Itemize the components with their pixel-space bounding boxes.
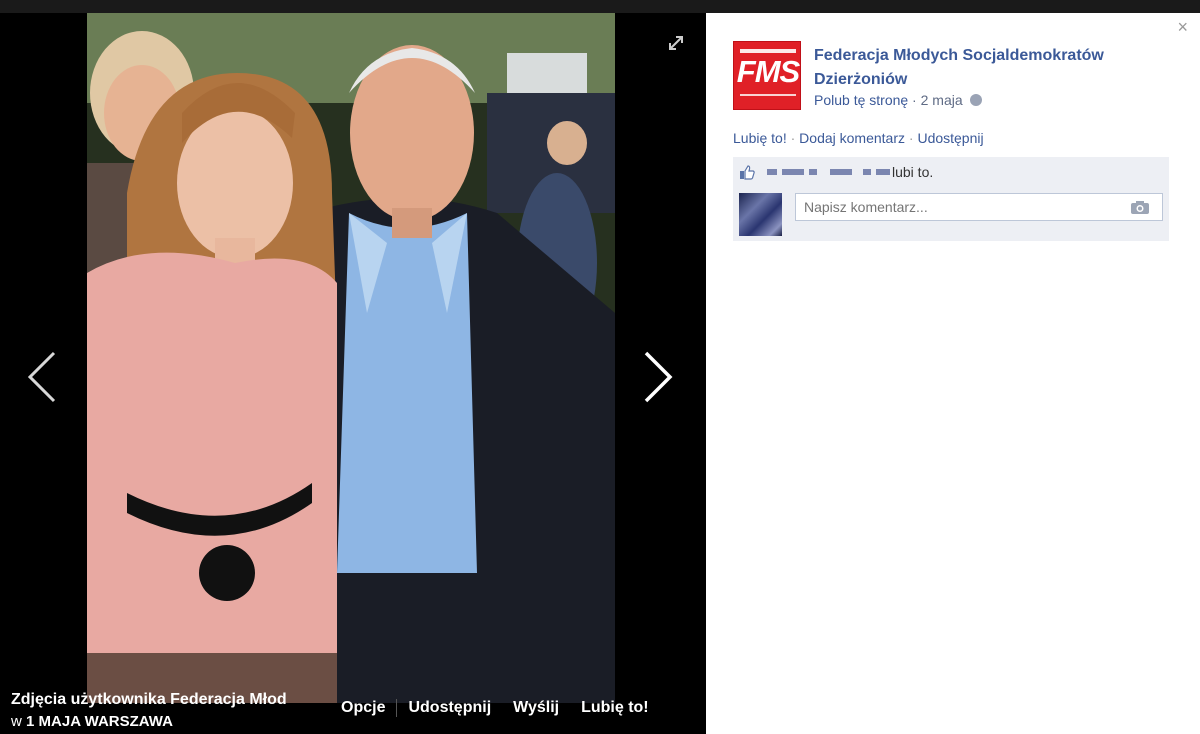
feedback-box: lubi to. [733, 157, 1169, 241]
blurred-name [876, 169, 890, 175]
album-link[interactable]: 1 MAJA WARSZAWA [26, 713, 173, 730]
blurred-name [767, 169, 777, 175]
fullscreen-icon [669, 36, 683, 50]
comment-input[interactable] [795, 193, 1163, 221]
fullscreen-button[interactable] [666, 33, 686, 53]
page-name-link[interactable]: Federacja Młodych Socjaldemokratów Dzier… [814, 44, 1174, 92]
avatar [739, 193, 782, 236]
like-photo-button[interactable]: Lubię to! [570, 699, 660, 717]
logo-stripe [740, 94, 796, 96]
previous-photo-button[interactable] [24, 347, 64, 407]
blurred-name [809, 169, 817, 175]
top-strip [0, 0, 1200, 13]
page-avatar-logo[interactable]: FMS [733, 41, 801, 110]
logo-stripe [740, 49, 796, 53]
add-comment-button[interactable]: Dodaj komentarz [799, 130, 905, 146]
chevron-left-icon [27, 351, 56, 403]
action-separator: · [786, 130, 800, 146]
photo[interactable] [87, 13, 615, 703]
chevron-right-icon [644, 351, 673, 403]
meta-separator: · [908, 92, 921, 108]
likes-summary: lubi to. [739, 163, 933, 181]
photo-caption-bar: Zdjęcia użytkownika Federacja Młod w 1 M… [0, 689, 706, 734]
post-meta: Polub tę stronę · 2 maja [814, 92, 982, 108]
album-prefix: w [11, 713, 22, 730]
next-photo-button[interactable] [638, 347, 678, 407]
like-page-link[interactable]: Polub tę stronę [814, 92, 908, 108]
camera-icon[interactable] [1130, 200, 1150, 215]
photo-actions: Opcje Udostępnij Wyślij Lubię to! [330, 699, 660, 717]
photo-caption-title[interactable]: Zdjęcia użytkownika Federacja Młod [11, 691, 287, 709]
post-actions: Lubię to! · Dodaj komentarz · Udostępnij [733, 130, 984, 146]
post-date[interactable]: 2 maja [921, 92, 963, 108]
photo-viewer: Zdjęcia użytkownika Federacja Młod w 1 M… [0, 13, 706, 734]
photo-sidebar: × FMS Federacja Młodych Socjaldemokratów… [706, 13, 1200, 734]
photo-album-line: w 1 MAJA WARSZAWA [11, 713, 173, 730]
globe-icon [969, 94, 982, 106]
like-button[interactable]: Lubię to! [733, 130, 787, 146]
send-button[interactable]: Wyślij [502, 699, 570, 717]
thumbs-up-icon [740, 165, 755, 180]
close-button[interactable]: × [1177, 17, 1188, 38]
logo-text: FMS [736, 54, 800, 89]
options-button[interactable]: Opcje [330, 699, 396, 717]
blurred-name [863, 169, 871, 175]
photo-illustration [87, 13, 615, 703]
likes-text: lubi to. [892, 164, 934, 180]
blurred-name [782, 169, 804, 175]
share-photo-button[interactable]: Udostępnij [397, 699, 502, 717]
share-button[interactable]: Udostępnij [917, 130, 983, 146]
blurred-name [830, 169, 852, 175]
action-separator: · [905, 130, 918, 146]
